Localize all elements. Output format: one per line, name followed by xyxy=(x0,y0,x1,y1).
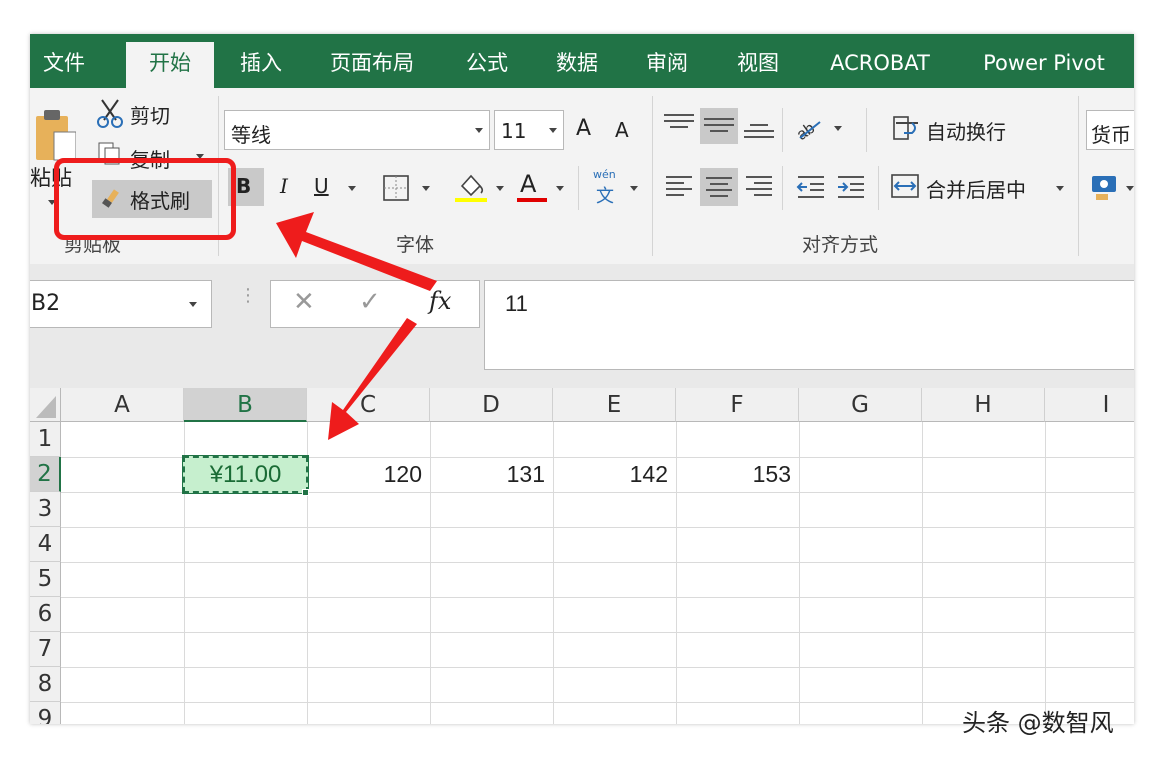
arrow-to-cell xyxy=(328,318,417,440)
arrow-to-format-painter xyxy=(276,212,437,291)
annotation-arrows xyxy=(276,212,437,440)
watermark-text: 头条 @数智风 xyxy=(962,709,1114,737)
